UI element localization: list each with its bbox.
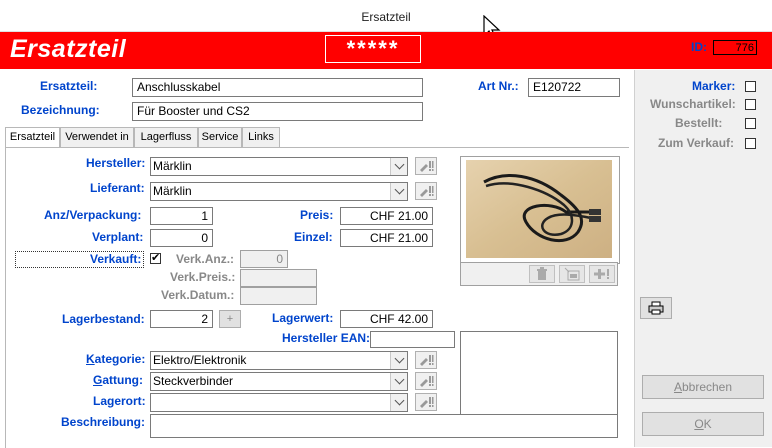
lieferant-edit-button[interactable] xyxy=(415,182,437,200)
print-button[interactable] xyxy=(640,297,672,319)
anz-verpackung-input[interactable]: 1 xyxy=(150,207,213,225)
verkauft-checkbox[interactable] xyxy=(150,251,161,264)
wunschartikel-checkbox[interactable] xyxy=(745,99,756,110)
anz-verpackung-label: Anz/Verpackung: xyxy=(44,208,142,222)
verk-anz-label: Verk.Anz.: xyxy=(176,252,235,266)
delete-icon xyxy=(537,267,547,280)
zum-verkauf-label: Zum Verkauf: xyxy=(658,136,735,150)
ersatzteil-input[interactable]: Anschlusskabel xyxy=(132,78,423,97)
lagerbestand-input[interactable]: 2 xyxy=(150,310,213,328)
artnr-input[interactable]: E120722 xyxy=(528,78,620,97)
ok-button[interactable]: OK xyxy=(642,412,764,436)
lagerort-select[interactable] xyxy=(150,393,408,412)
import-image-button[interactable] xyxy=(559,265,585,283)
kategorie-select[interactable]: Elektro/Elektronik xyxy=(150,351,408,370)
marker-label: Marker: xyxy=(692,79,736,93)
einzel-label: Einzel: xyxy=(294,230,333,244)
lagerbestand-plus-button[interactable]: + xyxy=(219,310,241,328)
ersatzteil-label: Ersatzteil: xyxy=(40,79,98,93)
kategorie-edit-button[interactable] xyxy=(415,351,437,369)
chevron-down-icon[interactable] xyxy=(390,183,407,200)
lagerwert-input[interactable]: CHF 42.00 xyxy=(340,310,433,328)
chevron-down-icon[interactable] xyxy=(390,158,407,175)
ok-label: K xyxy=(703,417,712,431)
lagerwert-label: Lagerwert: xyxy=(272,311,334,325)
verplant-label: Verplant: xyxy=(92,230,144,244)
edit-icon xyxy=(420,376,434,387)
window-title: Ersatzteil xyxy=(361,10,411,24)
gattung-edit-button[interactable] xyxy=(415,372,437,390)
artnr-label: Art Nr.: xyxy=(478,79,519,93)
preis-label: Preis: xyxy=(300,208,334,222)
id-value: 776 xyxy=(713,40,757,55)
wunschartikel-label: Wunschartikel: xyxy=(650,97,736,111)
window-titlebar: Ersatzteil xyxy=(0,0,772,32)
verk-preis-input[interactable] xyxy=(240,269,317,287)
edit-icon xyxy=(420,161,434,172)
lieferant-select[interactable]: Märklin xyxy=(150,182,408,201)
kategorie-label: Kategorie: xyxy=(86,352,146,366)
rating-stars[interactable]: ***** xyxy=(325,35,421,63)
verkauft-label: Verkauft: xyxy=(90,252,142,266)
hersteller-ean-label: Hersteller EAN: xyxy=(282,331,371,345)
einzel-input[interactable]: CHF 21.00 xyxy=(340,229,433,247)
zum-verkauf-checkbox[interactable] xyxy=(745,138,756,149)
beschreibung-input[interactable] xyxy=(150,414,618,438)
tab-service[interactable]: Service xyxy=(198,127,242,147)
delete-image-button[interactable] xyxy=(529,265,555,283)
hersteller-label: Hersteller: xyxy=(86,156,146,170)
tab-ersatzteil[interactable]: Ersatzteil xyxy=(5,127,60,148)
form-title: Ersatzteil xyxy=(10,35,127,63)
header-bar: Ersatzteil ***** ID: 776 xyxy=(0,32,772,69)
hersteller-select[interactable]: Märklin xyxy=(150,157,408,176)
preis-input[interactable]: CHF 21.00 xyxy=(340,207,433,225)
bestellt-label: Bestellt: xyxy=(675,116,723,130)
edit-icon xyxy=(420,186,434,197)
hersteller-value: Märklin xyxy=(153,159,192,173)
add-image-button[interactable] xyxy=(589,265,615,283)
add-image-icon xyxy=(594,269,609,279)
ok-mnemonic: O xyxy=(694,417,704,431)
bezeichnung-input[interactable]: Für Booster und CS2 xyxy=(132,102,423,121)
lieferant-label: Lieferant: xyxy=(90,181,145,195)
abbrechen-label: bbrechen xyxy=(681,380,733,394)
verk-anz-input[interactable]: 0 xyxy=(240,250,288,268)
print-icon xyxy=(648,301,664,315)
gattung-value: Steckverbinder xyxy=(153,374,234,388)
marker-checkbox[interactable] xyxy=(745,81,756,92)
tab-lagerfluss[interactable]: Lagerfluss xyxy=(134,127,198,147)
hersteller-ean-input[interactable] xyxy=(370,331,455,348)
tab-links[interactable]: Links xyxy=(242,127,280,147)
verplant-input[interactable]: 0 xyxy=(150,229,213,247)
part-photo[interactable] xyxy=(466,160,612,258)
chevron-down-icon[interactable] xyxy=(390,352,407,369)
lagerort-label: Lagerort: xyxy=(93,394,146,408)
verk-datum-label: Verk.Datum.: xyxy=(161,288,235,302)
id-label: ID: xyxy=(691,40,707,54)
beschreibung-label: Beschreibung: xyxy=(61,415,146,429)
kategorie-value: Elektro/Elektronik xyxy=(153,353,247,367)
gattung-label: Gattung: xyxy=(93,373,143,387)
bezeichnung-label: Bezeichnung: xyxy=(21,103,100,117)
photo-toolbar xyxy=(460,262,618,286)
chevron-down-icon[interactable] xyxy=(390,394,407,411)
tab-verwendet-in[interactable]: Verwendet in xyxy=(60,127,134,147)
hersteller-edit-button[interactable] xyxy=(415,157,437,175)
bestellt-checkbox[interactable] xyxy=(745,118,756,129)
import-image-icon xyxy=(564,267,580,281)
gattung-select[interactable]: Steckverbinder xyxy=(150,372,408,391)
abbrechen-button[interactable]: Abbrechen xyxy=(642,375,764,399)
abbrechen-mnemonic: A xyxy=(673,380,682,394)
lieferant-value: Märklin xyxy=(153,184,192,198)
verk-datum-input[interactable] xyxy=(240,287,317,305)
edit-icon xyxy=(420,355,434,366)
verk-preis-label: Verk.Preis.: xyxy=(170,270,236,284)
lagerbestand-label: Lagerbestand: xyxy=(62,312,145,326)
chevron-down-icon[interactable] xyxy=(390,373,407,390)
edit-icon xyxy=(420,397,434,408)
lagerort-edit-button[interactable] xyxy=(415,393,437,411)
